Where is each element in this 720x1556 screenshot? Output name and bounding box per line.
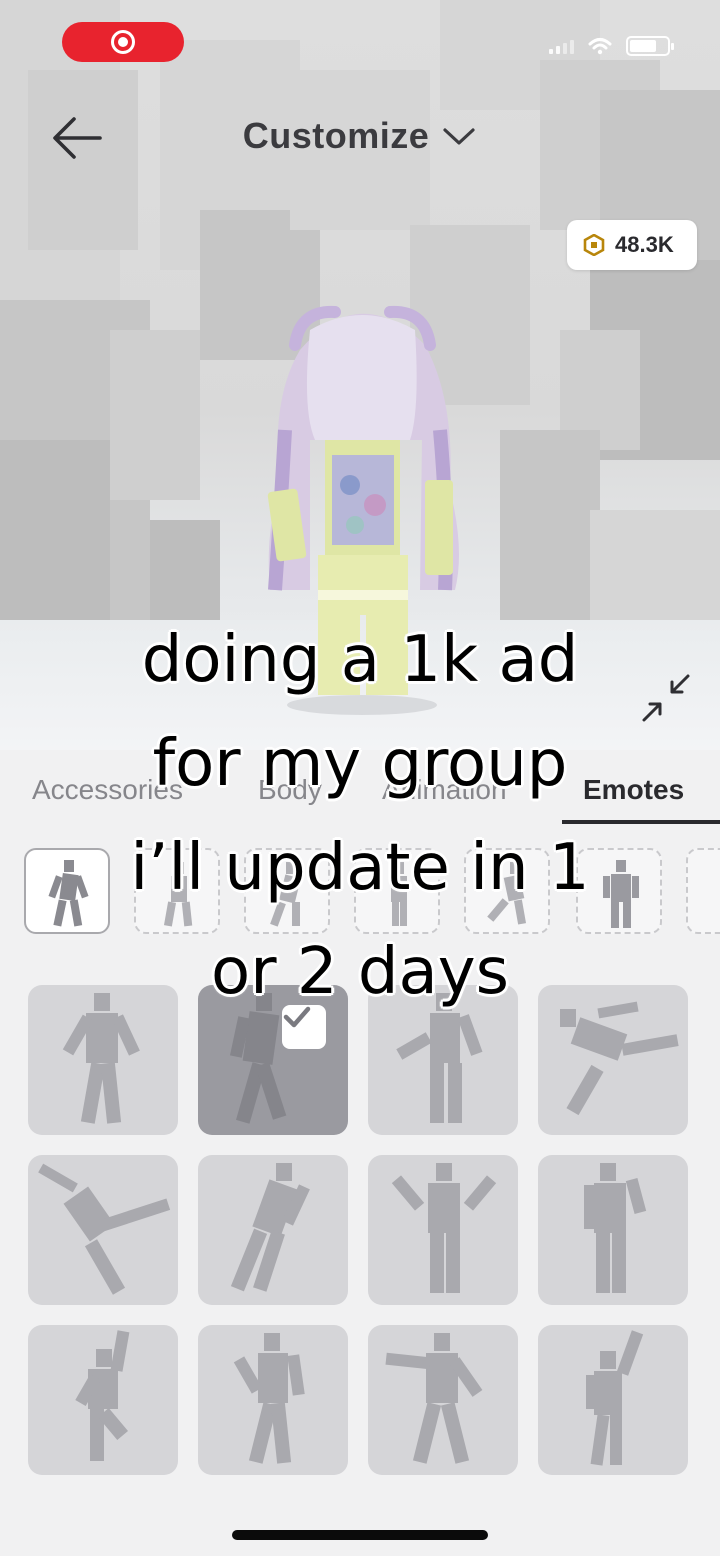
emote-tile[interactable] xyxy=(538,1325,688,1475)
caption-line: i’ll update in 1 xyxy=(130,831,590,905)
emote-tile[interactable] xyxy=(28,1325,178,1475)
caption-line: for my group xyxy=(152,727,568,801)
subcategory-item[interactable] xyxy=(686,848,720,934)
wifi-icon xyxy=(588,38,612,55)
emote-tile[interactable] xyxy=(28,1155,178,1305)
emote-tile[interactable] xyxy=(368,1325,518,1475)
robux-balance[interactable]: 48.3K xyxy=(567,220,697,270)
screen: Customize 48.3K Accessories Body Animati… xyxy=(0,0,720,1556)
emote-tile[interactable] xyxy=(368,1155,518,1305)
emote-figure-icon xyxy=(385,1333,483,1464)
emote-tile[interactable] xyxy=(198,1155,348,1305)
cellular-signal-icon xyxy=(549,38,574,54)
caption-line: or 2 days xyxy=(211,935,509,1009)
emote-figure-icon xyxy=(75,1330,130,1461)
status-icons xyxy=(549,36,674,56)
robux-icon xyxy=(583,234,605,256)
video-caption-overlay: doing a 1k ad for my group i’ll update i… xyxy=(40,608,680,1024)
battery-icon xyxy=(626,36,674,56)
emote-figure-icon xyxy=(586,1330,644,1466)
emote-figure-icon xyxy=(584,1163,647,1293)
emote-figure-icon xyxy=(38,1163,171,1295)
chevron-down-icon xyxy=(443,128,475,145)
emote-tile[interactable] xyxy=(198,1325,348,1475)
emote-figure-icon xyxy=(391,1163,497,1293)
home-indicator[interactable] xyxy=(232,1530,488,1540)
screen-recording-indicator[interactable] xyxy=(62,22,184,62)
emote-figure-icon xyxy=(233,1333,305,1464)
emote-figure-icon xyxy=(230,1163,310,1292)
customize-dropdown[interactable]: Customize xyxy=(0,115,720,157)
caption-line: doing a 1k ad xyxy=(141,623,579,697)
emote-tile[interactable] xyxy=(538,1155,688,1305)
page-title: Customize xyxy=(242,115,430,156)
robux-amount: 48.3K xyxy=(615,232,674,257)
